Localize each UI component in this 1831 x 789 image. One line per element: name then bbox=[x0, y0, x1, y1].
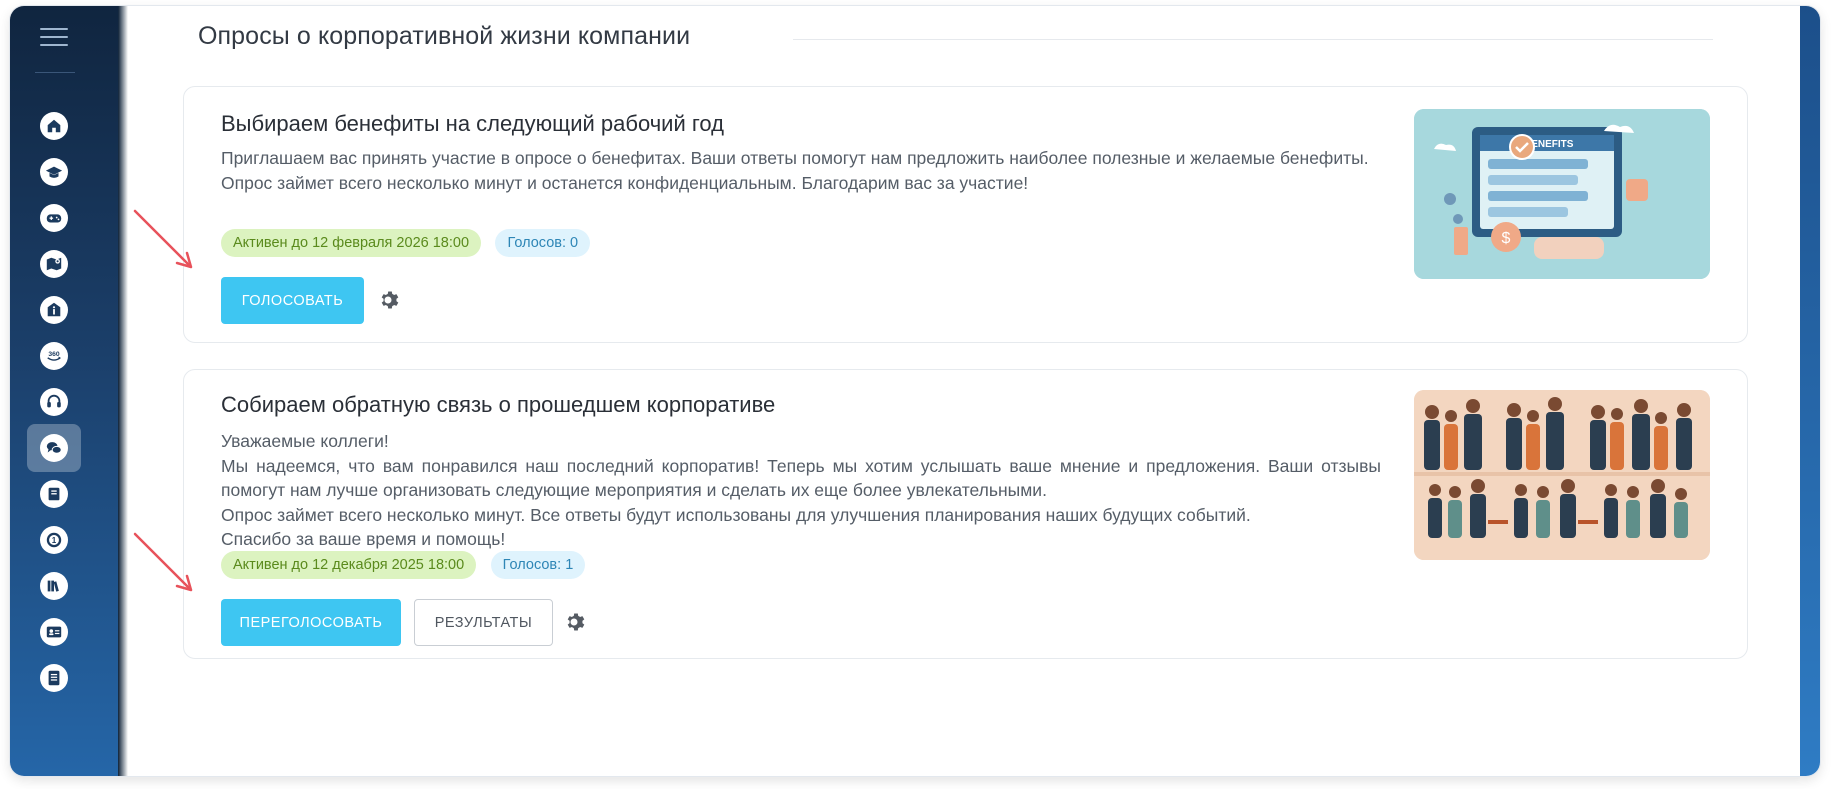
gamepad-icon bbox=[40, 204, 68, 232]
sidebar-item-360[interactable]: 360 bbox=[27, 332, 81, 380]
poll-description-paragraph: Уважаемые коллеги! bbox=[221, 431, 389, 451]
headset-icon bbox=[40, 388, 68, 416]
chat-bubbles-icon bbox=[40, 434, 68, 462]
sidebar-item-home[interactable] bbox=[27, 102, 81, 150]
graduation-cap-icon bbox=[40, 158, 68, 186]
page-title: Опросы о корпоративной жизни компании bbox=[198, 22, 691, 50]
active-until-badge: Активен до 12 февраля 2026 18:00 bbox=[221, 229, 482, 257]
home-icon bbox=[40, 112, 68, 140]
poll-description-paragraph: Приглашаем вас принять участие в опросе … bbox=[221, 148, 1369, 168]
library-icon bbox=[40, 572, 68, 600]
gear-icon[interactable] bbox=[562, 610, 586, 634]
hamburger-menu-icon[interactable] bbox=[40, 28, 68, 52]
poll-description-paragraph: Спасибо за ваше время и помощь! bbox=[221, 529, 506, 549]
svg-text:$: $ bbox=[1502, 230, 1511, 247]
sidebar-item-support[interactable] bbox=[27, 378, 81, 426]
sidebar-item-library[interactable] bbox=[27, 562, 81, 610]
revote-button[interactable]: Переголосовать bbox=[221, 599, 401, 646]
poll-card: Выбираем бенефиты на следующий рабочий г… bbox=[183, 86, 1748, 343]
sidebar-divider bbox=[35, 72, 75, 73]
id-card-icon bbox=[40, 618, 68, 646]
corporate-party-illustration bbox=[1414, 390, 1710, 560]
votes-count-badge: Голосов: 1 bbox=[490, 551, 586, 579]
vote-button[interactable]: Голосовать bbox=[221, 277, 364, 324]
360-icon: 360 bbox=[40, 342, 68, 370]
active-until-badge: Активен до 12 декабря 2025 18:00 bbox=[221, 551, 477, 579]
poll-title: Выбираем бенефиты на следующий рабочий г… bbox=[221, 111, 725, 136]
poll-card: Собираем обратную связь о прошедшем корп… bbox=[183, 369, 1748, 659]
document-icon bbox=[40, 664, 68, 692]
sidebar-item-polls[interactable] bbox=[27, 424, 81, 472]
map-icon bbox=[40, 250, 68, 278]
sidebar-item-info[interactable] bbox=[27, 286, 81, 334]
sidebar: 360 1 bbox=[10, 6, 118, 776]
sidebar-item-games[interactable] bbox=[27, 194, 81, 242]
votes-count-badge: Голосов: 0 bbox=[495, 229, 591, 257]
poll-badges: Активен до 12 февраля 2026 18:00 Голосов… bbox=[221, 229, 600, 257]
annotation-arrow-icon bbox=[133, 209, 193, 269]
main-content: Опросы о корпоративной жизни компании Вы… bbox=[118, 6, 1800, 776]
info-icon bbox=[40, 296, 68, 324]
sidebar-item-badge[interactable]: 1 bbox=[27, 516, 81, 564]
sidebar-item-notebook[interactable] bbox=[27, 470, 81, 518]
results-button[interactable]: Результаты bbox=[414, 599, 553, 646]
poll-description-paragraph: Опрос займет всего несколько минут. Все … bbox=[221, 504, 1251, 525]
benefits-illustration: BENEFITS $ bbox=[1414, 109, 1710, 279]
sidebar-item-education[interactable] bbox=[27, 148, 81, 196]
app-window: 360 1 Опросы о корпоративной жизни компа… bbox=[10, 6, 1820, 776]
title-divider bbox=[793, 39, 1713, 40]
gear-icon[interactable] bbox=[376, 288, 400, 312]
right-edge-scrollbar[interactable] bbox=[1800, 6, 1820, 776]
number-one-badge-icon: 1 bbox=[40, 526, 68, 554]
poll-badges: Активен до 12 декабря 2025 18:00 Голосов… bbox=[221, 551, 595, 579]
notebook-icon bbox=[40, 480, 68, 508]
svg-text:1: 1 bbox=[52, 536, 57, 545]
svg-text:360: 360 bbox=[48, 351, 60, 358]
poll-description-paragraph: Мы надеемся, что вам понравился наш посл… bbox=[221, 455, 1381, 501]
sidebar-item-document[interactable] bbox=[27, 654, 81, 702]
poll-description: Уважаемые коллеги! Мы надеемся, что вам … bbox=[221, 429, 1381, 552]
annotation-arrow-icon bbox=[133, 532, 193, 592]
sidebar-item-id-card[interactable] bbox=[27, 608, 81, 656]
poll-description-paragraph: Опрос займет всего несколько минут и ост… bbox=[221, 172, 1029, 193]
sidebar-item-map[interactable] bbox=[27, 240, 81, 288]
poll-title: Собираем обратную связь о прошедшем корп… bbox=[221, 392, 776, 417]
poll-description: Приглашаем вас принять участие в опросе … bbox=[221, 146, 1381, 195]
